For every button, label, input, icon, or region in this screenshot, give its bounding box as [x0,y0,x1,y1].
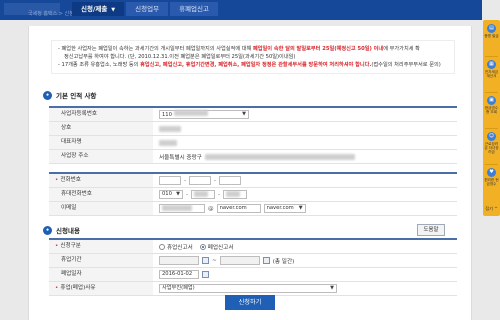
mobile-field-2[interactable] [191,190,216,199]
table-row: 휴업기간 ~ (총 일간) [49,254,457,268]
main-content: - 폐업한 사업자는 폐업일이 속하는 과세기간의 개시일부터 폐업일까지의 사… [28,26,472,320]
company-name-value [159,125,181,132]
chevron-down-icon: ▼ [111,7,116,13]
main-menu: 신청/제출 ▼ 신청업무 휴폐업신고 [72,2,218,16]
table-row: • 휴업(폐업)사유 사업부진(폐업) ▼ [49,282,457,296]
notice-box: - 폐업한 사업자는 폐업일이 속하는 과세기간의 개시일부터 폐업일까지의 사… [51,40,455,74]
calculator-icon: ▦ [487,60,496,69]
biz-number-label: 사업자등록번호 [49,108,153,121]
closure-date-label: 폐업일자 [49,268,153,281]
mobile-prefix-select[interactable]: 010 ▼ [159,190,183,199]
chevron-down-icon: ▼ [176,191,180,197]
chevron-down-icon: ▼ [298,205,303,211]
quick-menu-collapse-button[interactable]: 접기 ^ [484,204,499,214]
section-bullet-icon: • [43,225,52,235]
top-navigation-bar: 국세청 홈택스 > 신청/제출 > 신청업무 신청/제출 ▼ 신청업무 휴폐업신고 [0,0,482,20]
representative-label: 대표자명 [49,136,153,149]
mobile-label: 휴대전화번호 [49,188,153,201]
email-domain-field[interactable]: naver.com [216,204,261,213]
table-row: 대표자명 [49,136,457,150]
closure-date-field[interactable]: 2016-01-02 [159,270,199,279]
radio-closure-suspension[interactable]: 휴업신고서 [159,243,193,251]
email-label: 이메일 [49,202,153,215]
representative-value [159,139,177,146]
quick-item-earned-income-credit[interactable]: ☺ 근로장려금 자녀장려금 [484,132,499,162]
table-row: • 전화번호 - - [49,174,457,188]
application-table: • 신청구분 휴업신고서 폐업신고서 휴업기간 ~ (총 일간) 폐업일자 20… [49,238,457,296]
help-button[interactable]: 도움말 [417,224,445,236]
period-days: (총 일간) [272,258,295,265]
phone-field-1[interactable] [159,176,181,185]
quick-item-convenient-receipt[interactable]: ♥ 편리한 현금영수 [484,168,499,198]
request-type-label: 신청구분 [60,243,81,249]
chevron-down-icon: ▼ [242,111,246,117]
address-value: 서울특별시 중랑구 [159,154,202,161]
notice-line-3: - 17개종 조류 유흥업소, 노래방 등의 휴업신고, 폐업신고, 휴업기간변… [58,62,441,68]
email-domain-select[interactable]: naver.com ▼ [263,204,306,213]
table-row: 사업장 주소 서울특별시 중랑구 [49,150,457,164]
quick-item-cash-receipt[interactable]: ▣ 현금영수 증 조회 [484,96,499,126]
menu-apply-tasks[interactable]: 신청업무 [126,2,169,16]
biz-number-select[interactable]: 110 ▼ [159,110,249,119]
phone-field-3[interactable] [219,176,242,185]
basic-info-table: 사업자등록번호 110 ▼ 상호 대표자명 사업장 주소 서울특별시 중랑구 [49,106,457,164]
address-label: 사업장 주소 [49,150,153,163]
radio-closure-report[interactable]: 폐업신고서 [199,243,233,251]
menu-apply-submit[interactable]: 신청/제출 ▼ [72,2,125,16]
section-bullet-icon: • [43,90,52,100]
phone-field-2[interactable] [189,176,212,185]
contact-table: • 전화번호 - - 휴대전화번호 010 ▼ - - 이메일 @ naver.… [49,172,457,216]
basic-info-heading: • 기본 인적 사항 [43,90,96,100]
suspension-period-label: 휴업기간 [49,254,153,267]
receipt-icon: ▣ [487,96,496,105]
email-id-field[interactable] [159,204,205,213]
calendar-icon[interactable] [202,271,209,278]
phone-label: 전화번호 [60,177,81,183]
person-icon: ☺ [487,132,496,141]
quick-menu: ▤ 증명 발급 ▦ 전자세금 계산서 ▣ 현금영수 증 조회 ☺ 근로장려금 자… [483,20,500,216]
document-icon: ▤ [487,24,496,33]
hometax-window: 국세청 홈택스 > 신청/제출 > 신청업무 신청/제출 ▼ 신청업무 휴폐업신고… [0,0,500,320]
table-row: 휴대전화번호 010 ▼ - - [49,188,457,202]
period-end-field[interactable] [219,256,260,265]
notice-line-1: - 폐업한 사업자는 폐업일이 속하는 과세기간의 개시일부터 폐업일까지의 사… [58,46,420,52]
quick-item-e-invoice[interactable]: ▦ 전자세금 계산서 [484,60,499,90]
submit-button[interactable]: 신청하기 [225,295,275,310]
menu-apply-submit-label: 신청/제출 [81,5,108,13]
heart-icon: ♥ [487,168,496,177]
period-start-field[interactable] [159,256,199,265]
table-row: 이메일 @ naver.com naver.com ▼ [49,202,457,216]
reason-label: 휴업(폐업)사유 [60,285,96,291]
calendar-icon[interactable] [202,257,209,264]
table-row: 사업자등록번호 110 ▼ [49,108,457,122]
menu-closure-report[interactable]: 휴폐업신고 [170,2,218,16]
table-row: 상호 [49,122,457,136]
application-heading: • 신청내용 [43,225,80,235]
table-row: 폐업일자 2016-01-02 [49,268,457,282]
table-row: • 신청구분 휴업신고서 폐업신고서 [49,240,457,254]
notice-line-2: 정신고납부를 하여야 합니다. (단, 2010.12.31.이전 폐업분은 폐… [64,54,296,60]
mobile-field-3[interactable] [223,190,248,199]
company-name-label: 상호 [49,122,153,135]
reason-select[interactable]: 사업부진(폐업) ▼ [159,284,337,293]
calendar-icon[interactable] [262,257,270,264]
chevron-down-icon: ▼ [330,285,334,291]
quick-item-certificate[interactable]: ▤ 증명 발급 [484,24,499,54]
